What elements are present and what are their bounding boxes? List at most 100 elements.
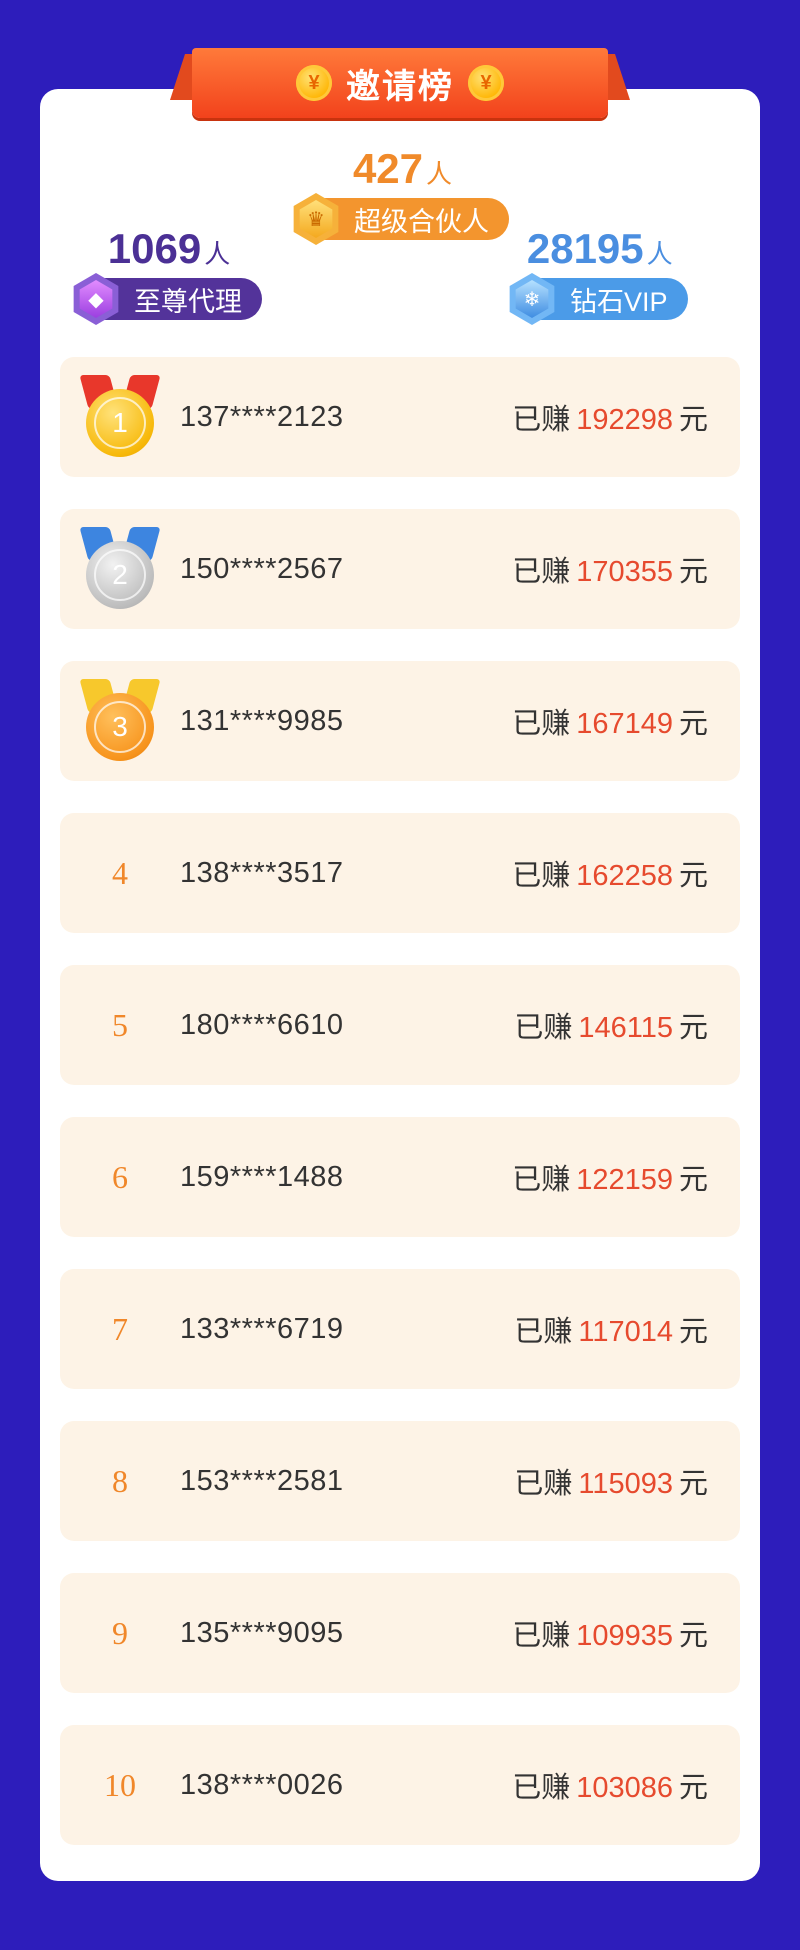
rank-cell: 5 [60,1007,180,1044]
earned-amount: 109935 [576,1620,673,1652]
earnings: 已赚 192298 元 [512,396,740,438]
rank-number: 3 [94,701,146,753]
tier-badge: ♛ 超级合伙人 [293,193,509,245]
rank-cell: 9 [60,1615,180,1652]
earned-amount: 162258 [576,860,673,892]
snowflake-icon: ❄ [515,280,549,318]
masked-phone: 133****6719 [180,1312,344,1345]
currency-unit: 元 [678,1012,708,1044]
rank-number: 5 [112,1006,128,1043]
earnings: 已赚 162258 元 [512,852,740,894]
rank-cell: 7 [60,1311,180,1348]
earnings: 已赚 146115 元 [514,1004,740,1046]
rank-cell: 6 [60,1159,180,1196]
earned-amount: 146115 [578,1012,673,1044]
rank-number: 2 [94,549,146,601]
bronze-medal-icon: 3 [79,679,161,763]
currency-unit: 元 [678,1468,708,1500]
earned-prefix: 已赚 [512,1620,571,1652]
earned-amount: 103086 [576,1772,673,1804]
page-title: 邀请榜 [346,67,454,106]
rank-cell: 10 [60,1767,180,1804]
currency-unit: 元 [678,556,708,588]
earnings: 已赚 117014 元 [514,1308,740,1350]
tier-label: 至尊代理 [134,286,242,317]
masked-phone: 138****0026 [180,1768,344,1801]
crown-icon: ♛ [299,200,333,238]
ranking-row: 3 131****9985 已赚 167149 元 [60,661,740,781]
ranking-row: 9 135****9095 已赚 109935 元 [60,1573,740,1693]
coin-icon: ¥ [468,65,504,101]
masked-phone: 150****2567 [180,552,344,585]
tier-super-partner: 427 人 ♛ 超级合伙人 [293,145,509,245]
masked-phone: 137****2123 [180,400,344,433]
earnings: 已赚 109935 元 [512,1612,740,1654]
earned-prefix: 已赚 [514,1316,573,1348]
tier-count: 427 人 [352,145,453,192]
banner-ribbon: ¥ 邀请榜 ¥ [192,48,608,118]
rank-number: 6 [112,1158,128,1195]
earned-prefix: 已赚 [512,708,571,740]
ranking-row: 10 138****0026 已赚 103086 元 [60,1725,740,1845]
earned-amount: 115093 [578,1468,673,1500]
currency-unit: 元 [678,708,708,740]
title-banner: ¥ 邀请榜 ¥ [170,48,630,120]
masked-phone: 180****6610 [180,1008,344,1041]
tier-count: 1069 人 [107,225,231,272]
rank-number: 4 [112,854,128,891]
tier-diamond-vip: 28195 人 ❄ 钻石VIP [509,225,688,325]
tier-label: 超级合伙人 [354,206,489,237]
earned-prefix: 已赚 [512,404,571,436]
ranking-row: 5 180****6610 已赚 146115 元 [60,965,740,1085]
earned-prefix: 已赚 [512,1772,571,1804]
masked-phone: 135****9095 [180,1616,344,1649]
silver-medal-icon: 2 [79,527,161,611]
tier-badge: ◆ 至尊代理 [73,273,262,325]
earnings: 已赚 115093 元 [514,1460,740,1502]
ranking-row: 4 138****3517 已赚 162258 元 [60,813,740,933]
currency-unit: 元 [678,404,708,436]
masked-phone: 131****9985 [180,704,344,737]
ranking-row: 8 153****2581 已赚 115093 元 [60,1421,740,1541]
earned-prefix: 已赚 [512,860,571,892]
rank-number: 8 [112,1462,128,1499]
masked-phone: 159****1488 [180,1160,344,1193]
earned-amount: 117014 [578,1316,673,1348]
rank-number: 9 [112,1614,128,1651]
currency-unit: 元 [678,1620,708,1652]
tier-supreme-agent: 1069 人 ◆ 至尊代理 [73,225,262,325]
ranking-list: 1 137****2123 已赚 192298 元 2 150****2567 已赚 17035… [60,357,740,1877]
earned-amount: 192298 [576,404,673,436]
ranking-row: 6 159****1488 已赚 122159 元 [60,1117,740,1237]
coin-icon: ¥ [296,65,332,101]
rank-cell: 8 [60,1463,180,1500]
earned-prefix: 已赚 [514,1012,573,1044]
earned-amount: 122159 [576,1164,673,1196]
masked-phone: 153****2581 [180,1464,344,1497]
rank-cell: 3 [60,679,180,763]
earnings: 已赚 167149 元 [512,700,740,742]
earned-prefix: 已赚 [512,1164,571,1196]
ranking-row: 2 150****2567 已赚 170355 元 [60,509,740,629]
earnings: 已赚 103086 元 [512,1764,740,1806]
earned-prefix: 已赚 [512,556,571,588]
rank-cell: 4 [60,855,180,892]
gem-icon: ◆ [79,280,113,318]
rank-number: 10 [104,1766,136,1803]
earned-prefix: 已赚 [514,1468,573,1500]
tier-count: 28195 人 [526,225,673,272]
currency-unit: 元 [678,1316,708,1348]
earnings: 已赚 170355 元 [512,548,740,590]
tier-label: 钻石VIP [570,286,668,317]
currency-unit: 元 [678,1772,708,1804]
currency-unit: 元 [678,860,708,892]
rank-cell: 1 [60,375,180,459]
gold-medal-icon: 1 [79,375,161,459]
earned-amount: 170355 [576,556,673,588]
rank-number: 7 [112,1310,128,1347]
earned-amount: 167149 [576,708,673,740]
ranking-row: 1 137****2123 已赚 192298 元 [60,357,740,477]
currency-unit: 元 [678,1164,708,1196]
masked-phone: 138****3517 [180,856,344,889]
tier-badge: ❄ 钻石VIP [509,273,688,325]
